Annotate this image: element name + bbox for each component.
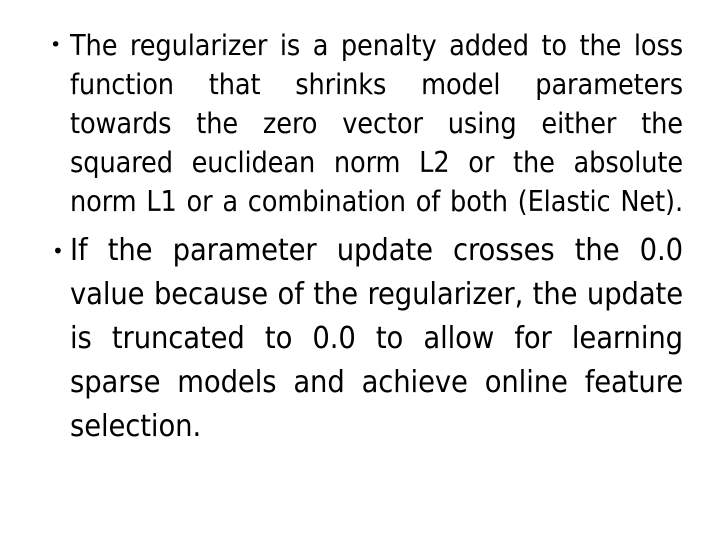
bullet-point-icon: • — [50, 34, 62, 56]
bullet-item-2: • If the parameter update crosses the 0.… — [52, 229, 683, 449]
slide-canvas: • The regularizer is a penalty added to … — [0, 0, 720, 540]
bullet-item-1-text: The regularizer is a penalty added to th… — [70, 29, 683, 218]
bullet-item-2-text: If the parameter update crosses the 0.0 … — [70, 233, 683, 444]
bullet-point-icon: • — [52, 239, 64, 263]
bullet-item-1: • The regularizer is a penalty added to … — [50, 26, 683, 260]
